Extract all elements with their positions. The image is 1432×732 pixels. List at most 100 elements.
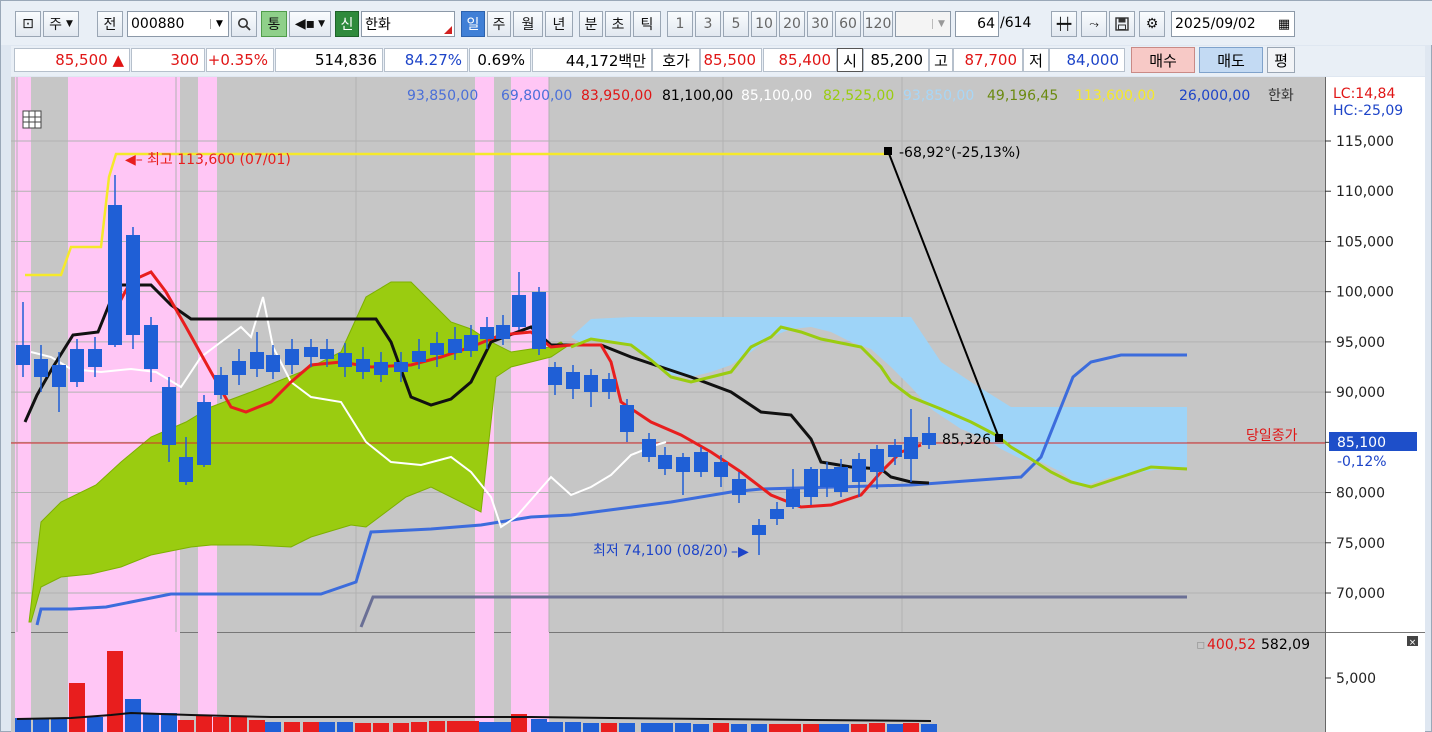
period-type-select[interactable]: 주 ▼: [43, 11, 79, 37]
chart-settings-icon[interactable]: [22, 110, 42, 129]
sell-button[interactable]: 매도: [1199, 47, 1263, 73]
hoga-label: 호가: [652, 48, 700, 72]
trend-start-handle[interactable]: [884, 147, 892, 155]
candle-body: [70, 349, 84, 382]
trade-amount: 44,172백만: [532, 48, 652, 72]
volume-bar: [583, 723, 599, 732]
tab-tick[interactable]: 틱: [633, 11, 661, 37]
volume-bar: [143, 713, 159, 732]
buy-button[interactable]: 매수: [1131, 47, 1195, 73]
prev-button[interactable]: 전: [97, 11, 123, 37]
open-label: 시: [837, 48, 863, 72]
tab-day[interactable]: 일: [461, 11, 485, 37]
volume-bar: [411, 722, 427, 732]
volume-bar: [833, 724, 849, 732]
y-tick-label: 100,000: [1336, 285, 1394, 301]
candle-body: [374, 362, 388, 375]
period-type-label: 주: [49, 17, 62, 33]
code-input[interactable]: 000880 ▼: [127, 11, 229, 37]
candle-body: [52, 365, 66, 387]
volume-bar: [15, 718, 31, 732]
candle-body: [34, 359, 48, 377]
volume-bar: [565, 722, 581, 732]
trend-end-handle[interactable]: [995, 434, 1003, 442]
save-icon[interactable]: [1109, 11, 1135, 37]
volume-bar: [479, 722, 495, 732]
chevron-down-icon: ▼: [65, 19, 73, 29]
stock-name-field[interactable]: 한화: [361, 11, 455, 37]
volume-legend-1: 400,52: [1207, 637, 1256, 653]
volume-bar: [531, 719, 547, 732]
price-chart[interactable]: 115,000 110,000 105,000 100,000 95,000 90,000…: [11, 77, 1425, 732]
interval-1[interactable]: 1: [667, 11, 693, 37]
legend-value-1: 93,850,00: [407, 88, 478, 104]
candle-body: [144, 325, 158, 369]
open-price: 85,200: [863, 48, 929, 72]
tab-minute[interactable]: 분: [579, 11, 603, 37]
volume-bar: [393, 723, 409, 732]
sync-button[interactable]: 통: [261, 11, 287, 37]
credit-button[interactable]: 신: [335, 11, 359, 37]
candle-body: [752, 525, 766, 535]
legend-value-9: 113,600,00: [1075, 88, 1155, 104]
price-change-pct: +0.35%: [206, 48, 274, 72]
tab-second[interactable]: 초: [605, 11, 631, 37]
tab-week[interactable]: 주: [487, 11, 511, 37]
sound-icon[interactable]: ◀▪ ▼: [289, 11, 331, 37]
candle-body: [88, 349, 102, 367]
tab-year[interactable]: 년: [545, 11, 573, 37]
candle-body: [532, 292, 546, 349]
candle-settings-icon[interactable]: ┿┿: [1051, 11, 1077, 37]
candle-body: [770, 509, 784, 519]
candle-body: [676, 457, 690, 472]
window-menu-icon[interactable]: ⊡: [15, 11, 41, 37]
bid-price: 85,400: [763, 48, 837, 72]
volume-bar: [785, 724, 801, 732]
chevron-down-icon[interactable]: ▼: [210, 19, 228, 29]
interval-120[interactable]: 120: [863, 11, 893, 37]
volume-bar: [231, 717, 247, 732]
volume-bar: [887, 724, 903, 732]
candle-body: [338, 353, 352, 367]
y-tick-label: 105,000: [1336, 234, 1394, 250]
chart-window: ⊡ 주 ▼ 전 000880 ▼ 통 ◀▪ ▼ 신 한화 일 주 월 년 분 초 …: [0, 0, 1432, 732]
candle-body: [870, 449, 884, 472]
volume-bar: [869, 723, 885, 732]
trendline-icon[interactable]: ⤳: [1081, 11, 1107, 37]
count-input[interactable]: 64: [955, 11, 999, 37]
interval-3[interactable]: 3: [695, 11, 721, 37]
candle-body: [448, 339, 462, 353]
custom-interval-select[interactable]: ▼: [895, 11, 951, 37]
candle-body: [888, 445, 902, 457]
volume-ratio: 84.27%: [384, 48, 468, 72]
interval-5[interactable]: 5: [723, 11, 749, 37]
date-input[interactable]: 2025/09/02 ▦: [1171, 11, 1295, 37]
candle-body: [250, 352, 264, 369]
candle-body: [356, 359, 370, 372]
interval-20[interactable]: 20: [779, 11, 805, 37]
hc-value: HC:-25,09: [1333, 103, 1403, 119]
svg-text:×: ×: [1409, 638, 1417, 648]
interval-60[interactable]: 60: [835, 11, 861, 37]
evaluate-button[interactable]: 평: [1267, 47, 1295, 73]
candle-body: [620, 405, 634, 432]
stock-name-value: 한화: [365, 17, 391, 33]
legend-value-5: 85,100,00: [741, 88, 812, 104]
y-tick-label: 80,000: [1336, 486, 1385, 502]
candle-body: [852, 459, 866, 482]
low-annotation-arrow: –▶: [731, 544, 749, 560]
volume-bar: [161, 713, 177, 732]
volume-legend-2: 582,09: [1261, 637, 1310, 653]
calendar-icon[interactable]: ▦: [1274, 17, 1294, 32]
gear-icon[interactable]: ⚙: [1139, 11, 1165, 37]
volume-bar: [303, 722, 319, 732]
low-price: 84,000: [1049, 48, 1125, 72]
interval-30[interactable]: 30: [807, 11, 833, 37]
tab-month[interactable]: 월: [513, 11, 543, 37]
volume-bar: [751, 724, 767, 732]
interval-10[interactable]: 10: [751, 11, 777, 37]
code-value: 000880: [131, 16, 185, 32]
volume-bar: [903, 723, 919, 732]
search-icon[interactable]: [231, 11, 257, 37]
candle-body: [480, 327, 494, 339]
